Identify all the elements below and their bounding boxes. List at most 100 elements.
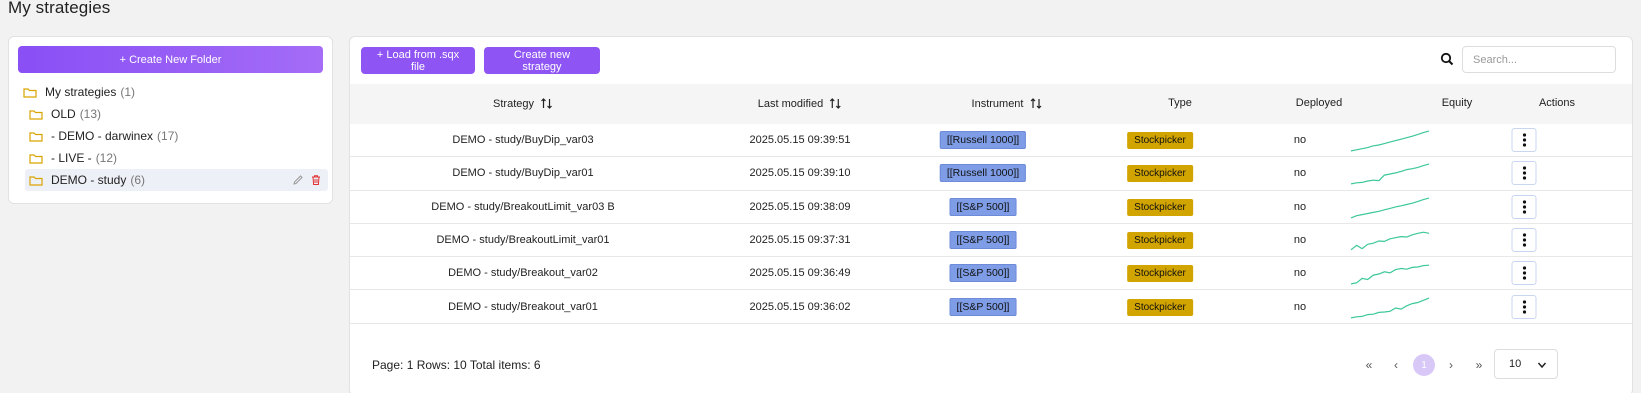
column-header-strategy[interactable]: Strategy: [493, 97, 553, 110]
last-modified: 2025.05.15 09:39:51: [749, 134, 851, 147]
folder-count: (17): [157, 129, 179, 143]
type-badge: Stockpicker: [1127, 198, 1193, 216]
column-label: Last modified: [757, 97, 824, 110]
row-actions-button[interactable]: [1511, 161, 1537, 186]
prev-page-button[interactable]: ‹: [1385, 354, 1407, 376]
deployed-status: no: [1293, 234, 1307, 247]
table-row[interactable]: DEMO - study/BreakoutLimit_var03 B 2025.0…: [350, 191, 1632, 224]
folder-label: - LIVE -: [51, 151, 92, 165]
pagination-summary: Page: 1 Rows: 10 Total items: 6: [372, 358, 541, 372]
table-row[interactable]: DEMO - study/Breakout_var02 2025.05.15 09…: [350, 257, 1632, 291]
folder-old[interactable]: OLD (13): [29, 103, 101, 125]
folder-icon: [29, 109, 43, 120]
search-input[interactable]: [1462, 46, 1616, 73]
pencil-icon[interactable]: [292, 174, 304, 186]
last-modified: 2025.05.15 09:36:02: [749, 300, 851, 313]
table-row[interactable]: DEMO - study/BuyDip_var01 2025.05.15 09:3…: [350, 157, 1632, 191]
strategy-name[interactable]: DEMO - study/BreakoutLimit_var01: [436, 234, 609, 246]
folder-count: (1): [120, 85, 136, 99]
column-header-equity: Equity: [1441, 97, 1473, 109]
folder-sidebar: + Create New Folder My strategies (1) OL…: [8, 36, 333, 204]
instrument-badge: [[S&P 500]]: [949, 297, 1017, 316]
column-header-type: Type: [1168, 97, 1192, 109]
page-size-select[interactable]: 10: [1494, 349, 1558, 379]
last-modified: 2025.05.15 09:38:09: [749, 200, 851, 213]
folder-count: (13): [79, 107, 102, 121]
row-actions-button[interactable]: [1511, 194, 1537, 219]
row-actions-button[interactable]: [1511, 261, 1537, 286]
equity-line: [1350, 264, 1430, 285]
deployed-status: no: [1293, 267, 1307, 280]
deployed-status: no: [1293, 134, 1307, 147]
create-strategy-button[interactable]: Create new strategy: [484, 47, 600, 74]
last-page-button[interactable]: »: [1468, 354, 1490, 376]
column-header-instrument[interactable]: Instrument: [972, 97, 1043, 110]
column-label: Strategy: [493, 97, 534, 110]
folder-demo-darwinex[interactable]: - DEMO - darwinex (17): [29, 125, 178, 147]
table-row[interactable]: DEMO - study/Breakout_var01 2025.05.15 09…: [350, 291, 1632, 324]
row-actions-button[interactable]: [1511, 128, 1537, 153]
folder-icon: [29, 131, 43, 142]
folder-label: My strategies: [45, 85, 117, 99]
equity-sparkline: [1350, 130, 1430, 152]
sort-icon[interactable]: [1029, 97, 1042, 110]
kebab-icon: [1522, 233, 1526, 247]
strategy-name[interactable]: DEMO - study/BuyDip_var03: [452, 134, 593, 146]
folder-icon: [29, 175, 43, 186]
first-page-button[interactable]: «: [1358, 354, 1380, 376]
folder-icon: [23, 87, 37, 98]
create-folder-button[interactable]: + Create New Folder: [18, 46, 323, 73]
instrument-badge: [[Russell 1000]]: [939, 131, 1027, 150]
deployed-status: no: [1293, 300, 1307, 313]
kebab-icon: [1522, 200, 1526, 214]
instrument-badge: [[S&P 500]]: [949, 231, 1017, 250]
strategy-name[interactable]: DEMO - study/BuyDip_var01: [452, 167, 593, 179]
type-badge: Stockpicker: [1127, 165, 1193, 183]
equity-sparkline: [1350, 297, 1430, 318]
page-size-value: 10: [1509, 358, 1522, 370]
kebab-icon: [1522, 266, 1526, 280]
kebab-icon: [1522, 166, 1526, 181]
sort-icon[interactable]: [829, 97, 842, 110]
column-header-last-modified[interactable]: Last modified: [758, 97, 842, 110]
folder-label: DEMO - study: [51, 173, 127, 187]
last-modified: 2025.05.15 09:37:31: [749, 234, 851, 247]
folder-label: OLD: [51, 107, 76, 121]
folder-demo-study[interactable]: DEMO - study (6): [25, 169, 328, 191]
load-from-sqx-button[interactable]: + Load from .sqx file: [361, 47, 475, 74]
strategy-name[interactable]: DEMO - study/Breakout_var02: [448, 267, 598, 279]
equity-line: [1350, 231, 1430, 251]
table-header: Strategy Last modified Instrument Type D…: [350, 84, 1632, 124]
equity-line: [1350, 297, 1430, 318]
next-page-button[interactable]: ›: [1440, 354, 1462, 376]
last-modified: 2025.05.15 09:36:49: [749, 267, 851, 280]
row-actions-button[interactable]: [1511, 294, 1537, 319]
instrument-badge: [[S&P 500]]: [949, 197, 1017, 216]
sort-icon[interactable]: [540, 97, 553, 110]
strategies-panel: + Load from .sqx file Create new strateg…: [349, 36, 1633, 393]
folder-live[interactable]: - LIVE - (12): [29, 147, 117, 169]
row-actions-button[interactable]: [1511, 228, 1537, 253]
strategy-name[interactable]: DEMO - study/Breakout_var01: [448, 301, 598, 313]
folder-root-my-strategies[interactable]: My strategies (1): [23, 81, 135, 103]
type-badge: Stockpicker: [1127, 232, 1193, 250]
equity-sparkline: [1350, 163, 1430, 185]
type-badge: Stockpicker: [1127, 132, 1193, 150]
table-row[interactable]: DEMO - study/BreakoutLimit_var01 2025.05.…: [350, 224, 1632, 258]
table-row[interactable]: DEMO - study/BuyDip_var03 2025.05.15 09:3…: [350, 124, 1632, 158]
instrument-badge: [[Russell 1000]]: [939, 164, 1027, 183]
strategy-name[interactable]: DEMO - study/BreakoutLimit_var03 B: [431, 201, 614, 213]
page-1-button[interactable]: 1: [1413, 354, 1435, 376]
equity-line: [1350, 163, 1430, 185]
search-icon[interactable]: [1440, 52, 1454, 66]
instrument-badge: [[S&P 500]]: [949, 264, 1017, 283]
kebab-icon: [1522, 133, 1526, 147]
folder-item-actions: [292, 174, 322, 186]
trash-icon[interactable]: [310, 174, 322, 186]
folder-count: (6): [130, 173, 146, 187]
kebab-icon: [1522, 300, 1526, 314]
column-header-actions: Actions: [1538, 97, 1576, 109]
folder-count: (12): [95, 151, 118, 165]
equity-line: [1350, 197, 1430, 219]
folder-label: - DEMO - darwinex: [51, 129, 154, 143]
